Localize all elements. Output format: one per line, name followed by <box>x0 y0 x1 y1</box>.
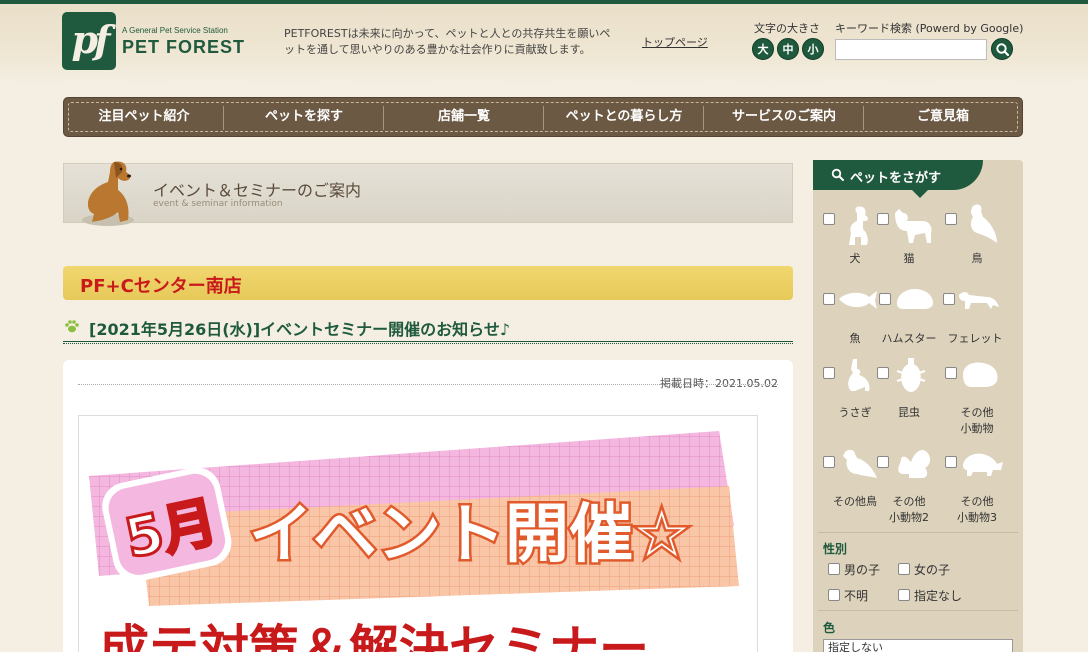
banner-title: イベント＆セミナーのご案内 <box>153 181 362 200</box>
dotted-divider <box>78 384 778 385</box>
pet-option-small-animal-3: その他 小動物3 <box>945 446 1009 524</box>
bird-icon <box>970 204 997 243</box>
nav-item-store-list[interactable]: 店舗一覧 <box>384 98 544 136</box>
search-button[interactable] <box>991 38 1013 60</box>
post-title: [2021年5月26日(水)]イベントセミナー開催のお知らせ♪ <box>89 320 511 339</box>
post-date: 掲載日時：2021.05.02 <box>660 377 778 390</box>
search-icon <box>996 43 1010 57</box>
pet-option-small-animal: その他 小動物 <box>945 357 1009 435</box>
gender-checkbox-unknown[interactable] <box>828 589 840 601</box>
nav-item-featured-pets[interactable]: 注目ペット紹介 <box>64 98 224 136</box>
font-size-medium-button[interactable]: 中 <box>777 38 799 60</box>
paw-icon <box>65 320 79 333</box>
beetle-icon <box>896 358 926 393</box>
pet-checkbox-small-animal-3[interactable] <box>945 456 957 468</box>
pet-option-bird: 鳥 <box>945 203 1009 273</box>
gender-label-unknown: 不明 <box>844 589 869 603</box>
header-torn-edge <box>0 80 1088 88</box>
font-size-small-button[interactable]: 小 <box>802 38 824 60</box>
color-select[interactable]: 指定しない <box>823 639 1013 652</box>
event-poster-image: 5月 イベント開催☆ 成テ対策＆解決セミナー <box>78 415 758 652</box>
color-select-value: 指定しない <box>828 641 883 652</box>
store-name: PF+Cセンター南店 <box>80 276 242 297</box>
pet-option-small-animal-2: その他 小動物2 <box>877 446 941 524</box>
font-size-large-button[interactable]: 大 <box>752 38 774 60</box>
gender-checkbox-female[interactable] <box>898 563 910 575</box>
pet-option-cat: 猫 <box>877 203 941 273</box>
nav-item-feedback[interactable]: ご意見箱 <box>864 98 1022 136</box>
pet-label-small-animal: その他 小動物 <box>960 406 994 435</box>
logo-name[interactable]: PET FOREST <box>122 37 245 58</box>
pet-checkbox-fish[interactable] <box>823 293 835 305</box>
main-navigation: 注目ペット紹介 ペットを探す 店舗一覧 ペットとの暮らし方 サービスのご案内 ご… <box>63 97 1023 137</box>
pet-label-hamster: ハムスター <box>881 332 937 345</box>
pet-checkbox-insect[interactable] <box>877 367 889 379</box>
ferret-icon <box>959 292 999 309</box>
hamster-icon <box>897 289 933 309</box>
pet-checkbox-small-animal-2[interactable] <box>877 456 889 468</box>
pet-checkbox-bird[interactable] <box>945 213 957 225</box>
pet-checkbox-other-bird[interactable] <box>823 456 835 468</box>
gender-checkbox-none[interactable] <box>898 589 910 601</box>
logo-subtitle: A General Pet Service Station <box>122 26 228 35</box>
gender-checkbox-male[interactable] <box>828 563 840 575</box>
keyword-search-input[interactable] <box>835 39 987 60</box>
top-page-link[interactable]: トップページ <box>642 34 708 50</box>
site-tagline: PETFORESTは未来に向かって、ペットと人との共存共生を願いペットを通して思… <box>284 27 611 56</box>
nav-item-find-pets[interactable]: ペットを探す <box>224 98 384 136</box>
gender-label: 性別 <box>823 542 848 556</box>
pet-checkbox-dog[interactable] <box>823 213 835 225</box>
font-size-label: 文字の大きさ <box>754 22 820 35</box>
sidebar-divider <box>818 532 1018 533</box>
poster-bottom-text: 成テ対策＆解決セミナー <box>99 620 649 652</box>
turtle-icon <box>963 453 1003 476</box>
pet-checkbox-rabbit[interactable] <box>823 367 835 379</box>
logo-mark[interactable]: pf <box>62 12 116 70</box>
pet-option-insect: 昆虫 <box>877 357 941 427</box>
poster-graphic: 5月 イベント開催☆ 成テ対策＆解決セミナー <box>89 431 739 652</box>
pet-option-hamster: ハムスター <box>879 283 939 353</box>
pet-checkbox-cat[interactable] <box>877 213 889 225</box>
pet-checkbox-small-animal[interactable] <box>945 367 957 379</box>
search-icon <box>831 168 844 181</box>
pet-checkbox-ferret[interactable] <box>943 293 955 305</box>
gender-label-none: 指定なし <box>914 589 963 603</box>
sidebar-divider <box>818 610 1018 611</box>
squirrel-icon <box>898 450 931 478</box>
nav-item-services[interactable]: サービスのご案内 <box>704 98 864 136</box>
pet-search-title: ペットをさがす <box>850 171 942 186</box>
pet-label-ferret: フェレット <box>947 332 1003 345</box>
nav-item-living-with-pets[interactable]: ペットとの暮らし方 <box>544 98 704 136</box>
gender-label-female: 女の子 <box>914 563 951 577</box>
dog-photo <box>82 161 134 226</box>
pet-search-pointer <box>912 190 928 198</box>
keyword-search-label: キーワード検索 (Powerd by Google) <box>835 22 1024 35</box>
poster-headline-text: イベント開催☆ <box>249 498 690 572</box>
cat-icon <box>895 209 932 243</box>
rabbit-icon <box>848 359 870 391</box>
post-title-underline <box>63 341 793 344</box>
banner-subtitle: event & seminar information <box>153 199 283 209</box>
color-label: 色 <box>823 621 836 635</box>
pet-label-insect: 昆虫 <box>898 406 920 419</box>
pet-checkbox-hamster[interactable] <box>879 293 891 305</box>
small-animal-icon <box>963 362 998 387</box>
pet-label-bird: 鳥 <box>971 252 983 265</box>
pet-label-cat: 猫 <box>903 252 915 265</box>
pet-option-ferret: フェレット <box>943 283 1007 353</box>
fish-icon <box>839 291 877 309</box>
other-bird-icon <box>843 449 877 478</box>
gender-label-male: 男の子 <box>844 563 881 577</box>
pet-label-small-animal-2: その他 小動物2 <box>889 495 929 524</box>
dog-icon <box>849 206 868 245</box>
pet-label-small-animal-3: その他 小動物3 <box>957 495 997 524</box>
